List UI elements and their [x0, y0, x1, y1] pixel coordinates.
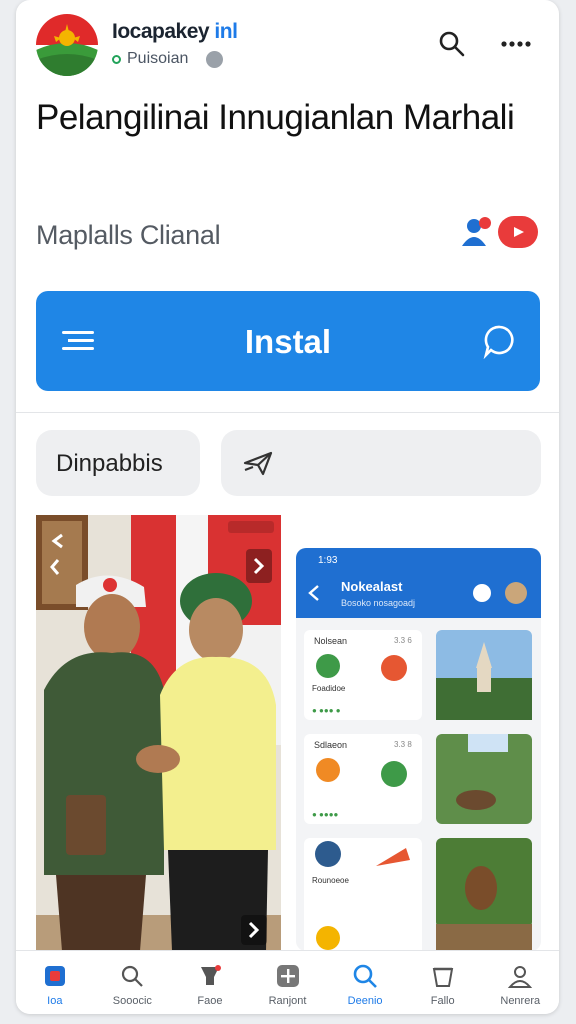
app-name-prefix: Iocapakey	[112, 20, 210, 43]
nav-label: Faoe	[197, 995, 223, 1007]
explore-icon	[353, 964, 378, 988]
app-name-accent: inl	[214, 20, 238, 43]
install-button[interactable]: Instal	[36, 291, 540, 391]
nav-label: Deenio	[347, 995, 383, 1007]
bucket-icon	[432, 967, 453, 987]
nav-label: Nenrera	[500, 995, 541, 1007]
preview-card-title: Nolsean	[314, 636, 348, 646]
nav-item-bucket[interactable]: Fallo	[404, 951, 482, 1014]
home-icon	[44, 966, 65, 986]
games-icon	[200, 965, 221, 985]
profile-icon	[508, 966, 533, 988]
app-title: Pelangilinai Innugianlan Marhali	[36, 98, 515, 137]
send-icon	[243, 451, 273, 476]
preview-card-footer: Foadidoe	[312, 684, 346, 693]
preview-card-footer: ● ●●●●	[312, 810, 339, 819]
category-chip[interactable]: Dinpabbis	[36, 430, 200, 496]
nav-item-home[interactable]: Ioa	[16, 951, 94, 1014]
more-options-button[interactable]	[498, 26, 534, 62]
nav-label: Fallo	[430, 995, 455, 1007]
youtube-badge-icon	[498, 216, 538, 248]
nav-item-games[interactable]: Faoe	[171, 951, 249, 1014]
app-name: Iocapakey inl	[112, 20, 238, 44]
more-dots-icon	[501, 41, 531, 47]
preview-card-caption: ● ●●● ●	[312, 706, 341, 715]
publisher-row[interactable]: Puisoian	[112, 50, 224, 68]
chip-label: Dinpabbis	[56, 450, 163, 477]
user-badge-icon	[462, 217, 491, 246]
screenshot-app-screen[interactable]: 1:93 Nokealast Bosoko nosagoadj Nolsean …	[296, 548, 541, 951]
preview-card-meta: 3.3 6	[394, 636, 412, 645]
app-header: Iocapakey inl Puisoian	[16, 0, 559, 84]
nav-item-explore[interactable]: Deenio	[326, 951, 404, 1014]
install-label: Instal	[244, 323, 332, 360]
preview-card-meta: 3.3 8	[394, 740, 412, 749]
nav-label: Ioa	[47, 995, 63, 1007]
app-logo	[36, 14, 98, 76]
preview-subtitle: Bosoko nosagoadj	[341, 598, 416, 608]
nav-label: Ranjont	[268, 995, 307, 1007]
preview-status-time: 1:93	[318, 555, 338, 566]
search-button[interactable]	[434, 26, 470, 62]
bottom-navigation: Ioa Sooocic Faoe Ranjont Deenio Fallo Ne…	[16, 950, 559, 1014]
app-detail-card: Iocapakey inl Puisoian Pelangilinai Innu…	[16, 0, 559, 1014]
section-divider	[16, 412, 559, 413]
nav-label: Sooocic	[112, 995, 152, 1007]
plus-icon	[276, 965, 299, 987]
info-icon[interactable]	[206, 50, 224, 68]
chat-bubble-icon[interactable]	[482, 323, 518, 359]
nav-item-add[interactable]: Ranjont	[249, 951, 327, 1014]
screenshot-photo[interactable]	[36, 515, 281, 951]
preview-card-title: Sdlaeon	[314, 740, 348, 750]
nav-item-search[interactable]: Sooocic	[94, 951, 172, 1014]
preview-card-footer: Rounoeoe	[312, 876, 349, 885]
badge-group	[458, 214, 538, 250]
publisher-name[interactable]: Puisoian	[127, 50, 188, 68]
preview-title: Nokealast	[341, 579, 403, 594]
verified-dot-icon	[112, 54, 121, 64]
handshake-photo	[36, 515, 281, 951]
nav-item-profile[interactable]: Nenrera	[481, 951, 559, 1014]
share-chip[interactable]	[221, 430, 541, 496]
search-icon	[439, 31, 465, 57]
search-icon	[122, 965, 144, 987]
app-subtitle: Maplalls Clianal	[36, 220, 221, 250]
